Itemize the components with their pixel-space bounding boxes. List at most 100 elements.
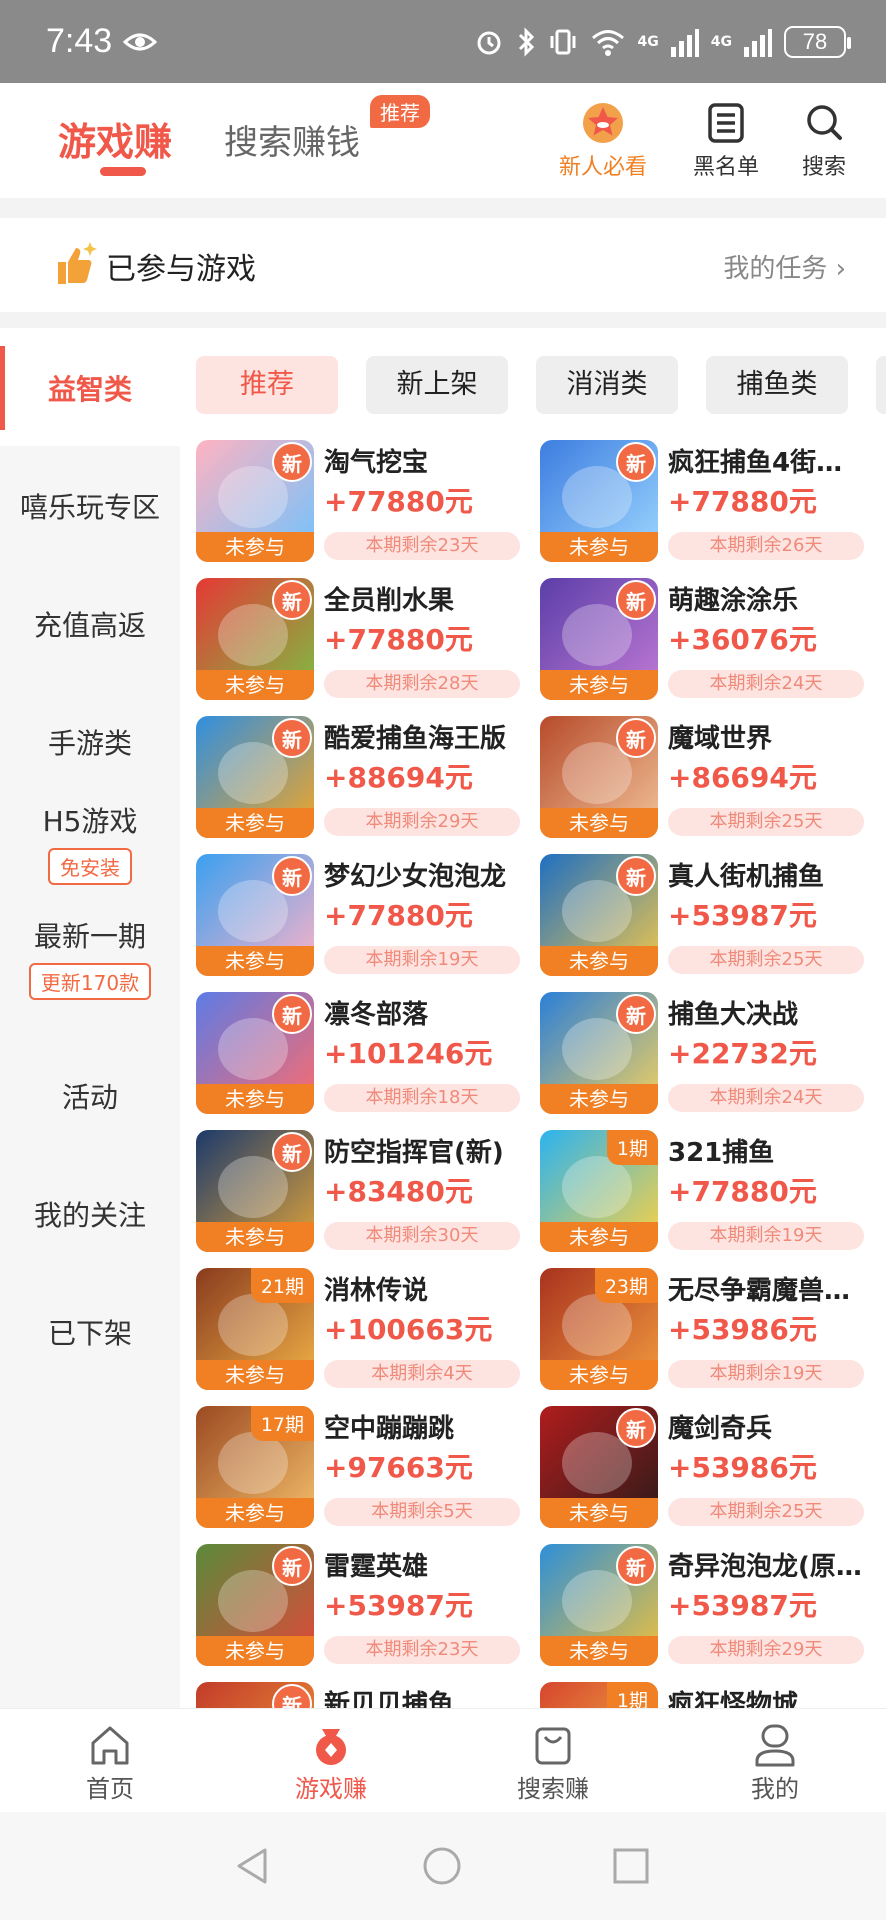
network-4g-1: 4G [637, 34, 659, 50]
game-grid: 新未参与 淘气挖宝 +77880元 本期剩余23天新未参与 疯狂捕鱼4街… +77880元… [180, 440, 886, 1708]
category-chip[interactable]: 休 [876, 356, 886, 414]
reward-amount: +53987元 [668, 899, 817, 932]
nav-search-earn[interactable]: 搜索赚 [493, 1723, 613, 1804]
participation-status: 未参与 [540, 1636, 658, 1666]
reward-amount: +53986元 [668, 1313, 817, 1346]
reward-amount: +77880元 [668, 485, 817, 518]
participation-status: 未参与 [196, 1084, 314, 1114]
days-remaining: 本期剩余23天 [324, 532, 520, 560]
category-chip[interactable]: 新上架 [366, 356, 508, 414]
clock: 7:43 [46, 22, 113, 60]
sidebar-item[interactable]: 我的关注 [0, 1154, 180, 1272]
sidebar-item-label: 充值高返 [33, 609, 146, 642]
newbie-guide-button[interactable]: 新人必看 [548, 101, 658, 181]
days-remaining: 本期剩余24天 [668, 1084, 864, 1112]
game-card[interactable]: 新未参与 梦幻少女泡泡龙 +77880元 本期剩余19天 [180, 854, 520, 978]
list-icon [708, 103, 744, 143]
game-card[interactable]: 新未参与 淘气挖宝 +77880元 本期剩余23天 [180, 440, 520, 564]
participation-status: 未参与 [196, 1360, 314, 1390]
game-thumbnail: 新未参与 [196, 440, 314, 562]
game-card[interactable]: 新未参与 魔剑奇兵 +53986元 本期剩余25天 [524, 1406, 864, 1530]
nav-game-earn[interactable]: 游戏赚 [271, 1723, 391, 1804]
sidebar-item-tag: 免安装 [48, 848, 132, 885]
nav-game-earn-label: 游戏赚 [295, 1775, 367, 1803]
search-button[interactable]: 搜索 [769, 101, 879, 181]
participation-status: 未参与 [196, 1498, 314, 1528]
participation-status: 未参与 [196, 532, 314, 562]
back-icon[interactable] [233, 1846, 273, 1886]
participation-status: 未参与 [196, 946, 314, 976]
game-name: 梦幻少女泡泡龙 [324, 862, 507, 892]
nav-mine[interactable]: 我的 [715, 1723, 835, 1804]
game-card[interactable]: 21期 未参与 消林传说 +100663元 本期剩余4天 [180, 1268, 520, 1392]
game-card[interactable]: 新未参与 萌趣涂涂乐 +36076元 本期剩余24天 [524, 578, 864, 702]
category-chip[interactable]: 消消类 [536, 356, 678, 414]
sidebar-item[interactable]: 手游类 [0, 682, 180, 788]
game-card[interactable]: 新未参与 真人街机捕鱼 +53987元 本期剩余25天 [524, 854, 864, 978]
sidebar-item-label: 活动 [61, 1081, 118, 1114]
sidebar-item-label: 我的关注 [33, 1199, 146, 1232]
game-card[interactable]: 新未参与 捕鱼大决战 +22732元 本期剩余24天 [524, 992, 864, 1116]
game-thumbnail: 新未参与 [540, 1406, 658, 1528]
game-card[interactable]: 新未参与 疯狂捕鱼4街… +77880元 本期剩余26天 [524, 440, 864, 564]
sidebar-item[interactable]: 嘻乐玩专区 [0, 446, 180, 564]
sidebar-item[interactable]: 活动 [0, 1036, 180, 1154]
battery-indicator: 78 [784, 26, 851, 58]
tab-game-earn[interactable]: 游戏赚 [58, 111, 172, 166]
sidebar-item-label: 益智类 [47, 373, 132, 406]
game-card[interactable]: 新未参与 防空指挥官(新) +83480元 本期剩余30天 [180, 1130, 520, 1254]
search-icon [807, 105, 842, 140]
game-card[interactable]: 新未参与 酷爱捕鱼海王版 +88694元 本期剩余29天 [180, 716, 520, 840]
participation-status: 未参与 [196, 1222, 314, 1252]
new-badge: 新 [272, 1546, 312, 1586]
game-card[interactable]: 新未参与 凛冬部落 +101246元 本期剩余18天 [180, 992, 520, 1116]
game-art [218, 1432, 288, 1494]
game-card[interactable]: 1期 未参与 321捕鱼 +77880元 本期剩余19天 [524, 1130, 864, 1254]
sidebar-item[interactable]: 已下架 [0, 1272, 180, 1390]
sidebar-item[interactable]: 益智类 [0, 328, 180, 446]
new-badge: 新 [272, 856, 312, 896]
eye-icon [123, 33, 157, 51]
sidebar-item[interactable]: 充值高返 [0, 564, 180, 682]
days-remaining: 本期剩余25天 [668, 808, 864, 836]
category-chip[interactable]: 推荐 [196, 356, 338, 414]
nav-home[interactable]: 首页 [50, 1723, 170, 1804]
recents-icon[interactable] [612, 1847, 650, 1885]
game-card[interactable]: 23期 未参与 无尽争霸魔兽… +53986元 本期剩余19天 [524, 1268, 864, 1392]
period-badge: 1期 [606, 1130, 658, 1165]
my-tasks-link[interactable]: 我的任务 › [723, 248, 846, 285]
category-chip[interactable]: 捕鱼类 [706, 356, 848, 414]
game-card[interactable]: 1期 疯狂怪物城 [524, 1682, 864, 1708]
new-badge: 新 [272, 1132, 312, 1172]
period-badge: 23期 [594, 1268, 658, 1303]
participation-status: 未参与 [540, 1222, 658, 1252]
reward-amount: +86694元 [668, 761, 817, 794]
bluetooth-icon [518, 27, 534, 57]
sidebar-item[interactable]: H5游戏 免安装 [0, 788, 180, 903]
game-card[interactable]: 新新贝贝捕鱼 [180, 1682, 520, 1708]
tab-search-earn[interactable]: 搜索赚钱 [224, 115, 360, 164]
blacklist-button[interactable]: 黑名单 [671, 101, 781, 181]
game-card[interactable]: 新未参与 雷霆英雄 +53987元 本期剩余23天 [180, 1544, 520, 1668]
game-card[interactable]: 新未参与 魔域世界 +86694元 本期剩余25天 [524, 716, 864, 840]
game-card[interactable]: 17期 未参与 空中蹦蹦跳 +97663元 本期剩余5天 [180, 1406, 520, 1530]
reward-amount: +36076元 [668, 623, 817, 656]
game-name: 淘气挖宝 [324, 448, 429, 478]
home-circle-icon[interactable] [422, 1846, 462, 1886]
sidebar-item[interactable]: 最新一期 更新170款 [0, 903, 180, 1023]
game-thumbnail: 新未参与 [540, 854, 658, 976]
period-badge: 17期 [250, 1406, 314, 1441]
new-badge: 新 [272, 994, 312, 1034]
joined-games-row[interactable]: 已参与游戏 我的任务 › [0, 218, 886, 312]
game-name: 萌趣涂涂乐 [668, 586, 799, 616]
game-card[interactable]: 新未参与 奇异泡泡龙(原… +53987元 本期剩余29天 [524, 1544, 864, 1668]
sidebar-item-label: 嘻乐玩专区 [19, 491, 160, 524]
game-name: 捕鱼大决战 [668, 1000, 799, 1030]
alarm-icon [477, 31, 501, 55]
days-remaining: 本期剩余24天 [668, 670, 864, 698]
sidebar-item-label: 手游类 [47, 727, 132, 760]
new-badge: 新 [616, 718, 656, 758]
game-card[interactable]: 新未参与 全员削水果 +77880元 本期剩余28天 [180, 578, 520, 702]
game-thumbnail: 新未参与 [196, 716, 314, 838]
game-thumbnail: 新未参与 [196, 578, 314, 700]
